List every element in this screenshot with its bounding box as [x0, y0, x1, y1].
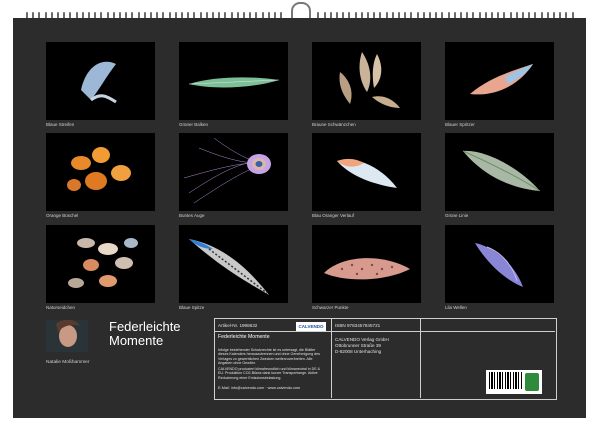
product-title: Federleichte Momente: [218, 334, 270, 340]
title-line-2: Momente: [109, 333, 164, 348]
title-line-1: Federleichte: [109, 319, 181, 334]
author-name: Natalie Moßhammer: [46, 360, 90, 365]
caption-5: Orange Büschel: [46, 213, 79, 218]
notice-copyright: Infolge bestehender Schutzrechte ist es …: [218, 348, 320, 366]
caption-6: Buntes Auge: [179, 213, 205, 218]
barcode: [486, 370, 542, 394]
calendar-sheet: Blaue Streifen Grüner Balken Braune Schw…: [13, 18, 586, 418]
publisher-line-1: CALVENDO Verlag GmbH: [335, 337, 389, 342]
photo-blaue-streifen: [46, 42, 155, 120]
photo-buntes-auge: [179, 133, 288, 211]
author-portrait: [46, 320, 88, 352]
notice-climate: CALVENDO produziert klimafreundlich und …: [218, 367, 320, 380]
caption-11: Schwarzer Punkte: [312, 305, 349, 310]
caption-3: Braune Schwänzchen: [312, 122, 356, 127]
photo-orange-bueschel: [46, 133, 155, 211]
caption-9: Naturseidchen: [46, 305, 76, 310]
info-divider-h: [214, 331, 555, 332]
caption-10: Blaue Spitze: [179, 305, 205, 310]
photo-naturseidchen: [46, 225, 155, 303]
publisher-line-3: D-82008 Unterhaching: [335, 349, 382, 354]
photo-gruener-balken: [179, 42, 288, 120]
isbn: ISBN 9783457845721: [335, 323, 381, 328]
caption-2: Grüner Balken: [179, 122, 209, 127]
caption-12: Lila Wellen: [445, 305, 467, 310]
publisher-line-2: Ottobrunner Straße 39: [335, 343, 381, 348]
calendar-title: Federleichte Momente: [109, 320, 181, 348]
caption-4: Blauer Spritzer: [445, 122, 475, 127]
photo-lila-wellen: [445, 225, 554, 303]
article-number: Artikel-Nr. 1998632: [218, 323, 258, 328]
barcode-bars: [489, 372, 523, 389]
photo-schwarzer-punkte: [312, 225, 421, 303]
photo-blaue-spitze: [179, 225, 288, 303]
publisher-logo: CALVENDO: [296, 322, 326, 331]
caption-1: Blaue Streifen: [46, 122, 75, 127]
eco-logo-icon: [525, 373, 539, 391]
photo-gruene-linie: [445, 133, 554, 211]
caption-8: Grüne Linie: [445, 213, 469, 218]
contact: E-Mail: info@calvendo.com · www.calvendo…: [218, 386, 301, 390]
caption-7: Blau Oranger Verlauf: [312, 213, 355, 218]
photo-blau-oranger-verlauf: [312, 133, 421, 211]
info-divider-v1: [331, 318, 332, 398]
photo-blauer-spritzer: [445, 42, 554, 120]
photo-braune-schwaenzchen: [312, 42, 421, 120]
info-divider-v2: [420, 318, 421, 398]
